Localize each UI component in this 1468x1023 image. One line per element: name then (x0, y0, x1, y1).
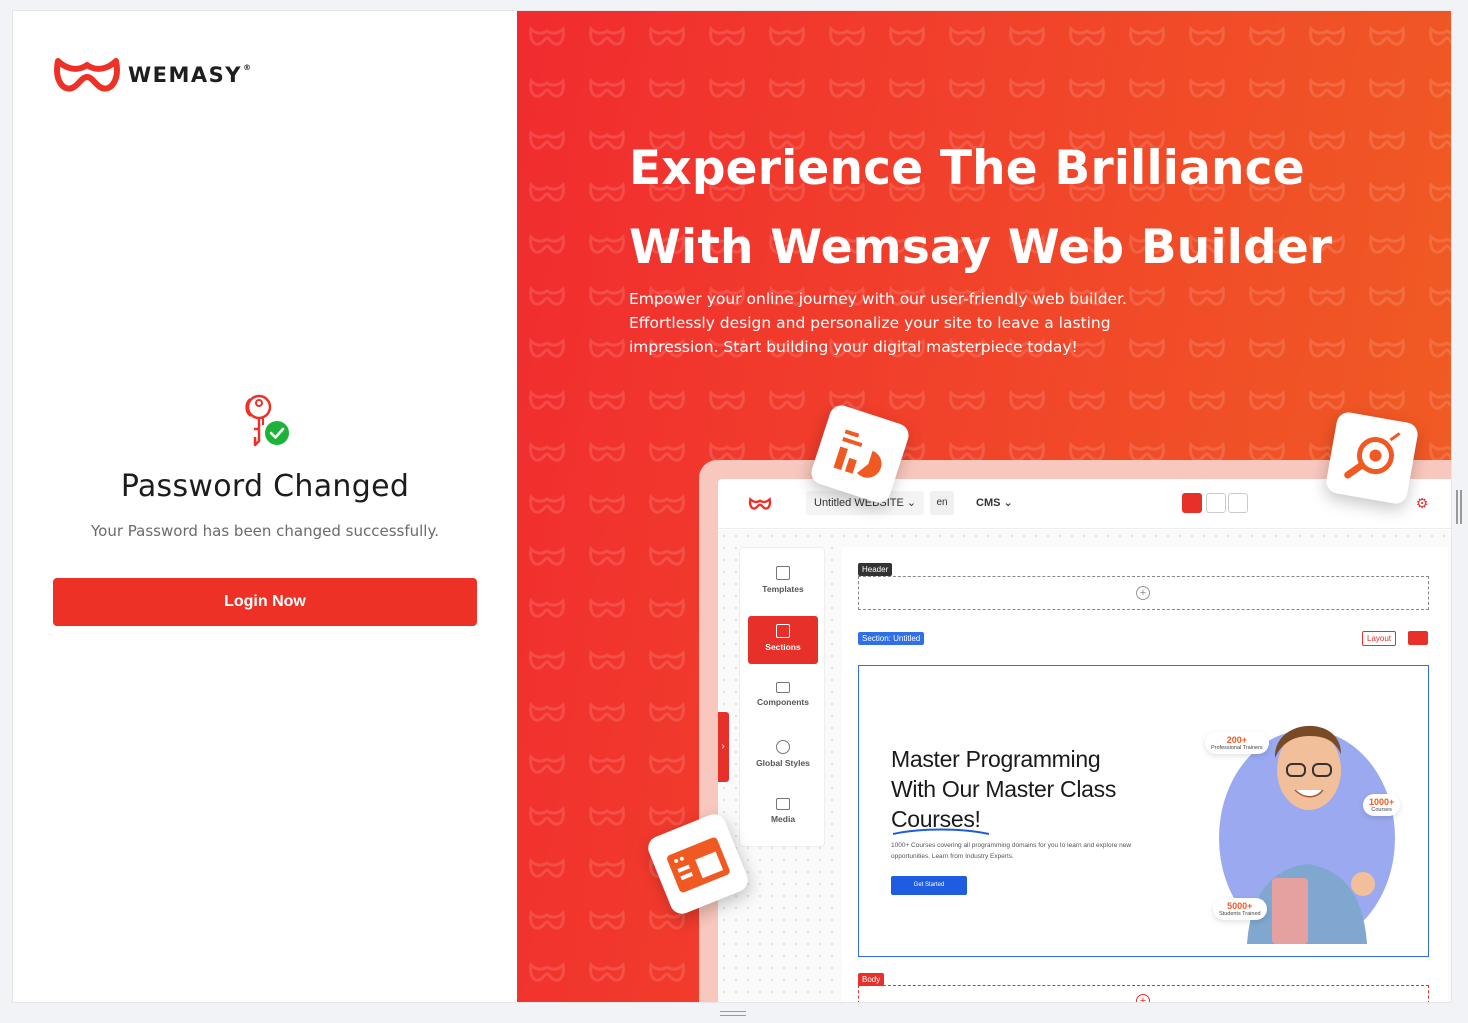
sidebar-item-components[interactable]: Components (748, 674, 818, 722)
site-name: Untitled WEBSITE (814, 497, 904, 509)
sidebar-item-label: Media (770, 814, 796, 824)
badge-label: Students Trained (1219, 911, 1261, 917)
sidebar-item-media[interactable]: Media (748, 790, 818, 838)
sidebar-item-global-styles[interactable]: Global Styles (748, 732, 818, 780)
hero-title: Experience The Brilliance With Wemsay We… (629, 129, 1389, 287)
target-search-icon (1344, 432, 1401, 479)
layout-button[interactable]: Layout (1362, 631, 1397, 646)
templates-icon (776, 566, 790, 580)
badge-label: Professional Trainers (1211, 745, 1263, 751)
page-stage: Header + Section: Untitled Layout Master… (842, 547, 1448, 1002)
cms-menu[interactable]: CMS ⌄ (976, 496, 1013, 509)
hero-title-line-1: Experience The Brilliance (629, 141, 1305, 196)
palette-icon (776, 740, 790, 754)
section-description: 1000+ Courses covering all programming d… (891, 842, 1132, 860)
wemasy-logo-icon (748, 496, 772, 510)
sidebar-item-label: Sections (765, 642, 801, 652)
chevron-down-icon: ⌄ (906, 497, 917, 509)
resize-grip[interactable] (720, 1011, 746, 1016)
cms-label: CMS (976, 497, 1001, 509)
badge-value: 5000+ (1227, 901, 1253, 911)
builder-sidebar: Templates Sections Components Global Sty… (739, 547, 825, 847)
tablet-icon[interactable] (1206, 493, 1226, 513)
plus-icon[interactable]: + (1136, 586, 1150, 600)
login-now-button[interactable]: Login Now (53, 578, 477, 626)
components-icon (776, 682, 790, 693)
trash-icon[interactable] (1408, 631, 1428, 645)
trainers-badge: 200+ Professional Trainers (1205, 732, 1269, 754)
badge-value: 200+ (1226, 735, 1247, 745)
badge-value: 1000+ (1369, 797, 1395, 807)
sidebar-item-label: Templates (762, 584, 804, 594)
success-block: Password Changed Your Password has been … (13, 389, 517, 540)
sections-icon (776, 624, 790, 638)
builder-canvas: Templates Sections Components Global Sty… (718, 530, 1451, 1002)
chevron-down-icon: ⌄ (1003, 497, 1013, 509)
mobile-icon[interactable] (1228, 493, 1248, 513)
sidebar-item-label: Components (757, 697, 809, 707)
wemasy-logo-icon (54, 58, 120, 92)
plus-icon[interactable]: + (1136, 994, 1150, 1002)
builder-mockup: Untitled WEBSITE ⌄ en CMS ⌄ ⚙ Templates … (699, 460, 1451, 1002)
success-title: Password Changed (120, 469, 410, 504)
section-title: Master Programming With Our Master Class… (891, 746, 1117, 832)
sidebar-item-sections[interactable]: Sections (748, 616, 818, 664)
scroll-handle[interactable] (1456, 490, 1462, 524)
courses-badge: 1000+ Courses (1363, 794, 1401, 816)
password-key-illustration (235, 389, 295, 453)
image-icon (776, 798, 790, 810)
sidebar-item-templates[interactable]: Templates (748, 558, 818, 606)
brand-logo[interactable]: WEMASY® (52, 51, 253, 99)
section-tag: Section: Untitled (858, 632, 925, 645)
desktop-icon[interactable] (1182, 493, 1202, 513)
gear-icon[interactable]: ⚙ (1412, 493, 1432, 513)
hero-title-line-2: With Wemsay Web Builder (629, 220, 1333, 275)
chevron-right-icon[interactable]: › (718, 712, 729, 782)
builder-window: Untitled WEBSITE ⌄ en CMS ⌄ ⚙ Templates … (718, 479, 1451, 1002)
underline-decoration (892, 828, 990, 835)
success-message: Your Password has been changed successfu… (91, 522, 439, 540)
left-panel: WEMASY® Password Changed Your Password h… (13, 11, 517, 1002)
seo-card (1324, 410, 1420, 506)
browser-frame: WEMASY® Password Changed Your Password h… (12, 10, 1452, 1003)
hero-section-preview[interactable]: Master Programming With Our Master Class… (858, 665, 1429, 957)
brand-name: WEMASY® (128, 63, 253, 87)
badge-label: Courses (1371, 807, 1392, 813)
language-selector[interactable]: en (930, 491, 954, 515)
registered-mark: ® (243, 63, 253, 72)
check-icon (263, 419, 291, 447)
sidebar-item-label: Global Styles (756, 758, 810, 768)
students-badge: 5000+ Students Trained (1213, 898, 1267, 920)
hero-panel: Experience The Brilliance With Wemsay We… (517, 11, 1451, 1002)
get-started-button[interactable]: Get Started (891, 876, 967, 895)
header-tag: Header (858, 563, 893, 576)
hero-subtitle: Empower your online journey with our use… (629, 290, 1127, 356)
